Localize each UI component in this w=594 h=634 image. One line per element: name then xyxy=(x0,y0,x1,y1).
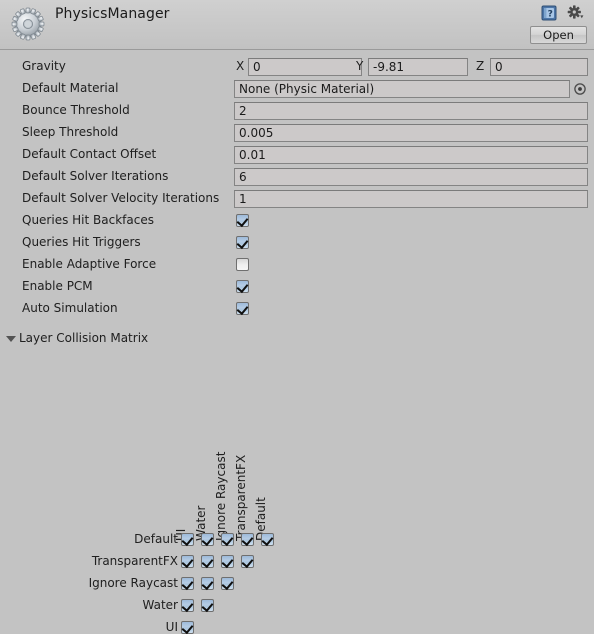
foldout-label: Layer Collision Matrix xyxy=(19,331,149,345)
property-label: Default Solver Iterations xyxy=(22,169,169,183)
axis-label-z: Z xyxy=(476,59,485,73)
matrix-checkbox-ignore-raycast-ignore-raycast[interactable] xyxy=(221,577,234,590)
settings-gear-dropdown-icon[interactable] xyxy=(567,5,585,21)
matrix-checkbox-default-ui[interactable] xyxy=(181,533,194,546)
auto-simulation-checkbox[interactable] xyxy=(236,302,249,315)
matrix-row-label-water: Water xyxy=(142,598,178,612)
gravity-x-input[interactable]: 0 xyxy=(248,58,362,76)
matrix-row-label-transparentfx: TransparentFX xyxy=(91,554,178,568)
matrix-column-label-transparentfx: TransparentFX xyxy=(234,454,248,541)
help-book-icon[interactable]: ? xyxy=(541,5,557,21)
gravity-z-input[interactable]: 0 xyxy=(490,58,588,76)
queries-hit-triggers-checkbox[interactable] xyxy=(236,236,249,249)
property-row-queries-hit-backfaces: Queries Hit Backfaces xyxy=(0,210,594,232)
property-label: Sleep Threshold xyxy=(22,125,119,139)
axis-label-x: X xyxy=(236,59,245,73)
matrix-row-label-ui: UI xyxy=(165,620,178,634)
svg-text:?: ? xyxy=(548,10,553,20)
open-button[interactable]: Open xyxy=(530,26,587,44)
matrix-row-label-ignore-raycast: Ignore Raycast xyxy=(88,576,178,590)
default-solver-velocity-iterations-input[interactable]: 1 xyxy=(234,190,588,208)
matrix-checkbox-default-water[interactable] xyxy=(201,533,214,546)
property-label: Bounce Threshold xyxy=(22,103,130,117)
enable-adaptive-force-checkbox[interactable] xyxy=(236,258,249,271)
property-label: Queries Hit Triggers xyxy=(22,235,141,249)
enable-pcm-checkbox[interactable] xyxy=(236,280,249,293)
property-row-auto-simulation: Auto Simulation xyxy=(0,298,594,320)
matrix-row-label-default: Default xyxy=(134,532,178,546)
sleep-threshold-input[interactable]: 0.005 xyxy=(234,124,588,142)
layer-collision-matrix: UI Water Ignore Raycast TransparentFX De… xyxy=(0,402,594,634)
gear-icon xyxy=(11,7,45,41)
property-label: Enable Adaptive Force xyxy=(22,257,157,271)
chevron-down-icon xyxy=(6,336,16,342)
property-row-bounce-threshold: Bounce Threshold 2 xyxy=(0,100,594,122)
matrix-checkbox-water-water[interactable] xyxy=(201,599,214,612)
default-material-object-field[interactable]: None (Physic Material) xyxy=(234,80,570,98)
page-title: PhysicsManager xyxy=(55,6,170,22)
bounce-threshold-input[interactable]: 2 xyxy=(234,102,588,120)
matrix-checkbox-transparentfx-ignore-raycast[interactable] xyxy=(221,555,234,568)
matrix-checkbox-ui-ui[interactable] xyxy=(181,621,194,634)
property-label: Queries Hit Backfaces xyxy=(22,213,154,227)
property-row-enable-pcm: Enable PCM xyxy=(0,276,594,298)
inspector-body: Gravity X 0 Y -9.81 Z 0 Default Material… xyxy=(0,50,594,634)
property-label: Enable PCM xyxy=(22,279,93,293)
property-row-default-solver-velocity-iterations: Default Solver Velocity Iterations 1 xyxy=(0,188,594,210)
matrix-checkbox-water-ui[interactable] xyxy=(181,599,194,612)
property-label: Gravity xyxy=(22,59,66,73)
property-row-queries-hit-triggers: Queries Hit Triggers xyxy=(0,232,594,254)
axis-label-y: Y xyxy=(356,59,364,73)
property-label: Default Contact Offset xyxy=(22,147,157,161)
matrix-checkbox-default-transparentfx[interactable] xyxy=(241,533,254,546)
default-solver-iterations-input[interactable]: 6 xyxy=(234,168,588,186)
property-label: Auto Simulation xyxy=(22,301,118,315)
matrix-checkbox-transparentfx-water[interactable] xyxy=(201,555,214,568)
object-picker-icon[interactable] xyxy=(574,83,586,95)
matrix-checkbox-ignore-raycast-water[interactable] xyxy=(201,577,214,590)
property-row-default-solver-iterations: Default Solver Iterations 6 xyxy=(0,166,594,188)
matrix-checkbox-ignore-raycast-ui[interactable] xyxy=(181,577,194,590)
queries-hit-backfaces-checkbox[interactable] xyxy=(236,214,249,227)
property-label: Default Material xyxy=(22,81,119,95)
gravity-y-input[interactable]: -9.81 xyxy=(368,58,468,76)
matrix-column-label-ignore-raycast: Ignore Raycast xyxy=(214,451,228,541)
property-row-default-material: Default Material None (Physic Material) xyxy=(0,78,594,100)
matrix-checkbox-default-default[interactable] xyxy=(261,533,274,546)
property-row-default-contact-offset: Default Contact Offset 0.01 xyxy=(0,144,594,166)
property-row-sleep-threshold: Sleep Threshold 0.005 xyxy=(0,122,594,144)
matrix-checkbox-transparentfx-transparentfx[interactable] xyxy=(241,555,254,568)
property-row-enable-adaptive-force: Enable Adaptive Force xyxy=(0,254,594,276)
matrix-checkbox-default-ignore-raycast[interactable] xyxy=(221,533,234,546)
matrix-checkbox-transparentfx-ui[interactable] xyxy=(181,555,194,568)
inspector-header: PhysicsManager ? Open xyxy=(0,0,594,50)
property-row-gravity: Gravity X 0 Y -9.81 Z 0 xyxy=(0,56,594,78)
default-contact-offset-input[interactable]: 0.01 xyxy=(234,146,588,164)
property-label: Default Solver Velocity Iterations xyxy=(22,191,220,205)
